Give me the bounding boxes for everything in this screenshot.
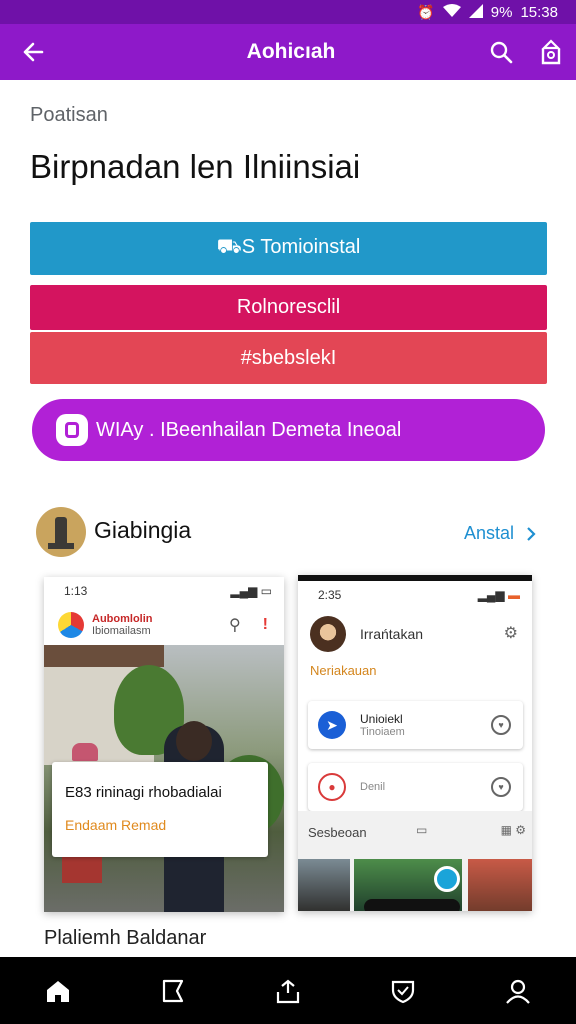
preview-status-bar: 1:13 ▂▄▆ ▭	[44, 577, 284, 605]
preview2-thumbnail	[468, 859, 532, 911]
section-label: Poatisan	[30, 104, 108, 126]
grid-icon: ▦ ⚙	[500, 823, 526, 837]
bottom-nav	[0, 957, 576, 1024]
preview2-item-title: Unioiekl	[360, 712, 403, 726]
screenshot-preview-2[interactable]: 2:35 ▂▄▆ ▬ Irrańtakan ⚙ Neriakauan ➤ Uni…	[298, 575, 532, 911]
status-time: 15:38	[520, 3, 558, 21]
preview-brand: Aubomlolin	[92, 613, 153, 625]
profile-name[interactable]: Giabingia	[94, 517, 191, 544]
preview2-name: Irrańtakan	[360, 626, 424, 642]
upload-icon[interactable]	[258, 961, 318, 1021]
bookmark-icon[interactable]	[143, 961, 203, 1021]
signal-icon	[468, 3, 483, 21]
install-button[interactable]: ⛟S Tomioinstal	[30, 222, 547, 275]
pill-button-label: WIAy . IBeenhailan Demeta Ineoal	[96, 418, 402, 441]
preview-signal-icon: ▂▄▆ ▭	[230, 584, 272, 598]
heart-icon: ♥	[491, 777, 511, 797]
see-all-link[interactable]: Anstal	[464, 523, 536, 544]
hashtag-button[interactable]: #sbebslekI	[30, 332, 547, 384]
preview2-status-bar: 2:35 ▂▄▆ ▬	[298, 581, 532, 609]
app-bar: Aohicıah	[0, 24, 576, 80]
preview2-settings-icon: ⚙	[503, 625, 518, 642]
wifi-icon	[442, 3, 461, 21]
preview-search-icon: ⚲	[228, 617, 241, 634]
preview2-signal-icon: ▂▄▆ ▬	[477, 588, 520, 602]
preview2-item-sub: Tinoiaem	[360, 726, 405, 738]
brand-logo-icon	[58, 612, 84, 638]
preview2-time: 2:35	[318, 588, 342, 602]
heart-icon: ♥	[491, 715, 511, 735]
preview2-avatar	[310, 616, 346, 652]
preview-card: E83 rininagi rhobadialai Endaam Remad	[52, 762, 268, 857]
home-icon[interactable]	[28, 961, 88, 1021]
back-arrow-icon[interactable]	[0, 24, 66, 80]
page-title: Aohicıah	[246, 40, 336, 63]
avatar[interactable]	[36, 507, 86, 557]
preview2-section-title: Sesbeoan	[308, 825, 367, 840]
preview-alert-icon: !	[262, 616, 268, 633]
see-all-label: Anstal	[464, 523, 515, 543]
battery-level: 9%	[490, 3, 513, 21]
toggle-icon: ▭	[416, 823, 428, 837]
preview2-list-item: ● Denil ♥	[308, 763, 523, 811]
preview-card-title: E83 rininagi rhobadialai	[65, 784, 222, 801]
preview2-section-icons: ▭ ▦ ⚙	[416, 823, 526, 837]
compass-icon: ➤	[318, 711, 346, 739]
preview-card-subtitle: Endaam Remad	[65, 817, 167, 833]
record-icon: ●	[318, 773, 346, 801]
preview2-thumbnail	[298, 859, 350, 911]
shield-icon[interactable]	[373, 961, 433, 1021]
live-indicator-icon	[434, 866, 460, 892]
preview2-list-item: ➤ Unioiekl Tinoiaem ♥	[308, 701, 523, 749]
preview2-profile: Irrańtakan ⚙	[298, 609, 532, 659]
share-icon[interactable]	[526, 24, 576, 80]
search-icon[interactable]	[476, 24, 526, 80]
preview2-subtitle: Neriakauan	[310, 663, 377, 678]
preview2-item-title: Denil	[360, 781, 386, 793]
preview-brand-sub: Ibiomailasm	[92, 625, 151, 637]
action-button-pink[interactable]: Rolnoresclil	[30, 285, 547, 330]
chevron-right-icon	[527, 526, 536, 541]
headline: Birpnadan len Ilniinsiai	[30, 148, 361, 185]
alarm-icon: ⏰	[417, 3, 435, 20]
pill-button[interactable]: WIAy . IBeenhailan Demeta Ineoal	[32, 399, 545, 461]
caption: Plaliemh Baldanar	[44, 927, 207, 949]
app-icon	[56, 414, 88, 446]
profile-icon[interactable]	[488, 961, 548, 1021]
preview-time: 1:13	[64, 584, 88, 598]
preview-header: Aubomlolin Ibiomailasm ⚲ !	[44, 605, 284, 645]
screenshot-preview-1[interactable]: 1:13 ▂▄▆ ▭ Aubomlolin Ibiomailasm ⚲ ! E8…	[44, 577, 284, 912]
status-bar: ⏰ 9% 15:38	[0, 0, 576, 24]
